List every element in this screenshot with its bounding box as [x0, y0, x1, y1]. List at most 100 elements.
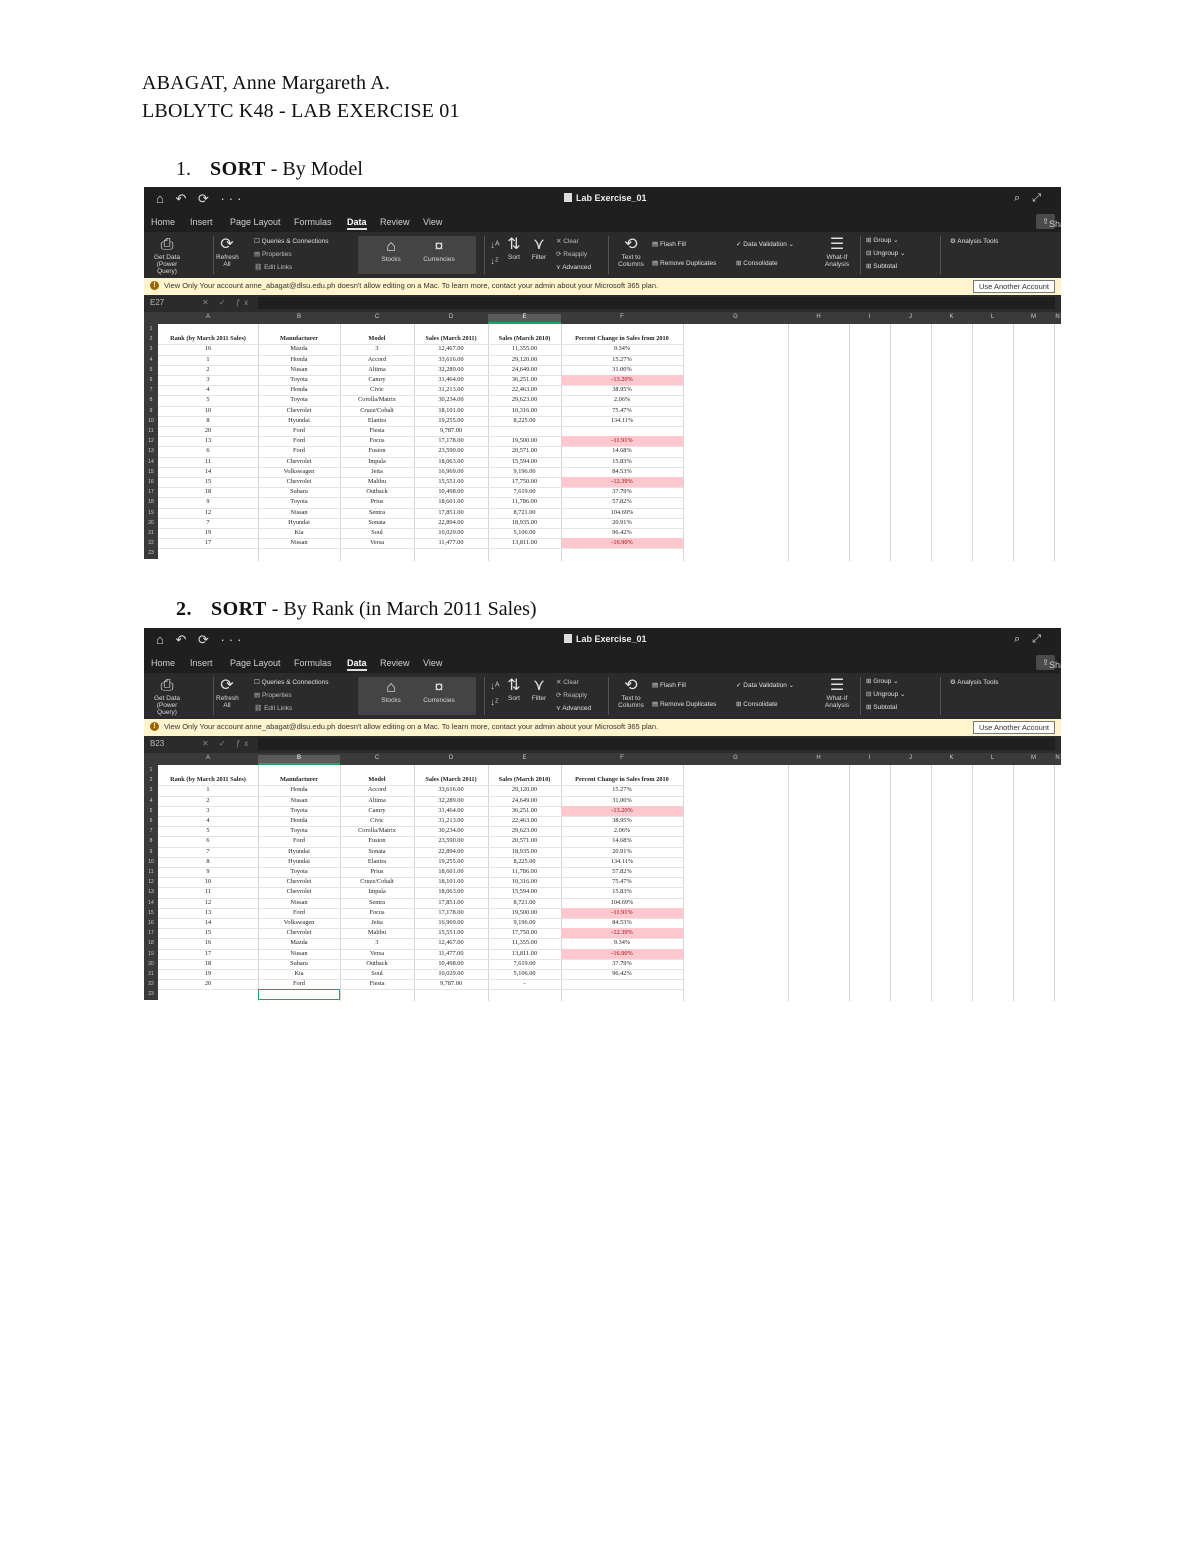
tab-review[interactable]: Review: [380, 658, 410, 668]
subtotal-button[interactable]: ⊞ Subtotal: [866, 703, 897, 711]
column-header-b[interactable]: B: [258, 314, 340, 320]
tab-formulas[interactable]: Formulas: [294, 217, 332, 227]
row-number[interactable]: 17: [144, 487, 158, 498]
row-number[interactable]: 4: [144, 354, 158, 365]
column-header-k[interactable]: K: [931, 755, 972, 761]
title-bar-controls[interactable]: ⌕⤢: [1014, 192, 1053, 205]
selected-cell[interactable]: [258, 989, 340, 1000]
formula-input[interactable]: [258, 297, 1055, 309]
tab-formulas[interactable]: Formulas: [294, 658, 332, 668]
advanced-button[interactable]: ⋎ Advanced: [556, 263, 591, 271]
edit-links-button[interactable]: ⛓ Edit Links: [254, 263, 292, 271]
row-number[interactable]: 8: [144, 395, 158, 406]
currencies-button[interactable]: ¤ Currencies: [422, 679, 456, 704]
use-another-account-button[interactable]: Use Another Account: [972, 280, 1055, 293]
row-number[interactable]: 5: [144, 364, 158, 375]
column-header-m[interactable]: M: [1013, 755, 1054, 761]
what-if-analysis-button[interactable]: ☰ What-If Analysis: [822, 236, 852, 268]
row-number[interactable]: 8: [144, 836, 158, 847]
tab-view[interactable]: View: [423, 658, 442, 668]
row-number[interactable]: 23: [144, 989, 158, 1000]
ungroup-button[interactable]: ⊟ Ungroup ⌄: [866, 690, 905, 698]
share-button[interactable]: ⇪ Share: [1036, 214, 1061, 229]
column-header-e[interactable]: E: [488, 755, 561, 761]
column-header-d[interactable]: D: [414, 314, 488, 320]
column-header-g[interactable]: G: [683, 314, 788, 320]
row-number[interactable]: 21: [144, 969, 158, 980]
worksheet-grid[interactable]: A B C D E F G H I J K L M N 1 2 Rank (by March 2011 Sale…: [144, 312, 1061, 561]
subtotal-button[interactable]: ⊞ Subtotal: [866, 262, 897, 270]
ungroup-button[interactable]: ⊟ Ungroup ⌄: [866, 249, 905, 257]
row-number[interactable]: 7: [144, 826, 158, 837]
use-another-account-button[interactable]: Use Another Account: [972, 721, 1055, 734]
column-header-h[interactable]: H: [788, 314, 849, 320]
row-number[interactable]: 13: [144, 446, 158, 457]
row-number[interactable]: 22: [144, 538, 158, 549]
sort-ascending-icon[interactable]: ↓ᴬ: [490, 240, 500, 251]
tab-insert[interactable]: Insert: [190, 217, 213, 227]
name-box[interactable]: E27: [150, 298, 164, 307]
text-to-columns-button[interactable]: ⟲ Text to Columns: [616, 236, 646, 268]
column-header-l[interactable]: L: [972, 314, 1013, 320]
quick-access-icons[interactable]: ⌂ ↶ ⟳ ···: [156, 632, 245, 648]
consolidate-button[interactable]: ⊞ Consolidate: [736, 700, 778, 708]
row-number[interactable]: 2: [144, 334, 158, 345]
column-header-a[interactable]: A: [158, 314, 258, 320]
row-number[interactable]: 17: [144, 928, 158, 939]
tab-home[interactable]: Home: [151, 658, 175, 668]
row-number[interactable]: 22: [144, 979, 158, 990]
tab-home[interactable]: Home: [151, 217, 175, 227]
row-number[interactable]: 21: [144, 528, 158, 539]
get-data-button[interactable]: ⎙ Get Data (Power Query): [148, 677, 186, 716]
stocks-button[interactable]: ⌂ Stocks: [376, 679, 406, 704]
column-header-i[interactable]: I: [849, 314, 890, 320]
column-header-g[interactable]: G: [683, 755, 788, 761]
row-number[interactable]: 6: [144, 375, 158, 386]
currencies-button[interactable]: ¤ Currencies: [422, 238, 456, 263]
flash-fill-button[interactable]: ▤ Flash Fill: [652, 681, 686, 689]
text-to-columns-button[interactable]: ⟲ Text to Columns: [616, 677, 646, 709]
row-number[interactable]: 13: [144, 887, 158, 898]
quick-access-icons[interactable]: ⌂ ↶ ⟳ ···: [156, 191, 245, 207]
filter-button[interactable]: ⋎ Filter: [530, 677, 548, 702]
column-header-l[interactable]: L: [972, 755, 1013, 761]
what-if-analysis-button[interactable]: ☰ What-If Analysis: [822, 677, 852, 709]
row-number[interactable]: 14: [144, 456, 158, 467]
row-number[interactable]: 14: [144, 897, 158, 908]
row-number[interactable]: 10: [144, 415, 158, 426]
column-header-b[interactable]: B: [258, 755, 340, 765]
row-number[interactable]: 19: [144, 948, 158, 959]
row-number[interactable]: 4: [144, 795, 158, 806]
row-number[interactable]: 12: [144, 436, 158, 447]
analysis-tools-button[interactable]: ⚙ Analysis Tools: [950, 678, 998, 686]
row-number[interactable]: 7: [144, 385, 158, 396]
reapply-button[interactable]: ⟳ Reapply: [556, 691, 587, 699]
column-header-m[interactable]: M: [1013, 314, 1054, 320]
row-number[interactable]: 20: [144, 517, 158, 528]
worksheet-grid[interactable]: A B C D E F G H I J K L M N 1 2 Rank (by March 2011 Sale…: [144, 753, 1061, 1001]
column-header-n[interactable]: N: [1054, 755, 1061, 761]
title-bar-controls[interactable]: ⌕⤢: [1014, 633, 1053, 646]
row-number[interactable]: 6: [144, 816, 158, 827]
sort-descending-icon[interactable]: ↓ᶻ: [490, 256, 499, 267]
clear-button[interactable]: ✕ Clear: [556, 237, 579, 245]
tab-review[interactable]: Review: [380, 217, 410, 227]
tab-insert[interactable]: Insert: [190, 658, 213, 668]
row-number[interactable]: 20: [144, 958, 158, 969]
clear-button[interactable]: ✕ Clear: [556, 678, 579, 686]
column-header-d[interactable]: D: [414, 755, 488, 761]
row-number[interactable]: 16: [144, 918, 158, 929]
row-number[interactable]: 11: [144, 426, 158, 437]
row-number[interactable]: 12: [144, 877, 158, 888]
reapply-button[interactable]: ⟳ Reapply: [556, 250, 587, 258]
row-number[interactable]: 15: [144, 907, 158, 918]
tab-page-layout[interactable]: Page Layout: [230, 217, 281, 227]
tab-view[interactable]: View: [423, 217, 442, 227]
column-header-c[interactable]: C: [340, 314, 414, 320]
sort-button[interactable]: ⇅ Sort: [506, 677, 522, 702]
data-validation-button[interactable]: ✓ Data Validation ⌄: [736, 681, 794, 689]
row-number[interactable]: 1: [144, 324, 158, 335]
sort-button[interactable]: ⇅ Sort: [506, 236, 522, 261]
refresh-all-button[interactable]: ⟳ Refresh All: [216, 236, 239, 268]
data-validation-button[interactable]: ✓ Data Validation ⌄: [736, 240, 794, 248]
